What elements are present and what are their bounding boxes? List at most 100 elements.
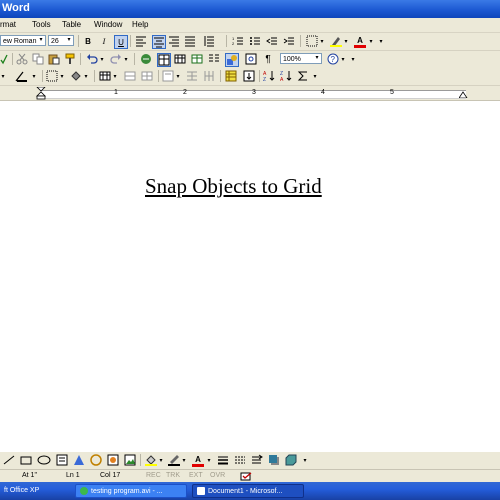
chevron-down-icon[interactable]: ▾	[343, 35, 349, 47]
chevron-down-icon[interactable]: ▾	[319, 35, 325, 47]
help-icon[interactable]: ?	[327, 53, 339, 65]
chevron-down-icon[interactable]: ▾	[37, 36, 45, 45]
align-cell-icon[interactable]	[162, 70, 174, 82]
menu-format[interactable]: rmat	[0, 20, 16, 29]
columns-icon[interactable]	[208, 53, 220, 65]
align-right-icon[interactable]	[168, 35, 180, 47]
line-spacing-icon[interactable]	[203, 35, 215, 47]
font-color-button[interactable]: A	[354, 35, 366, 48]
numbering-icon[interactable]: 12	[232, 35, 244, 47]
insert-table-icon[interactable]	[99, 70, 111, 82]
highlight-icon[interactable]	[330, 35, 342, 47]
spelling-icon[interactable]	[0, 53, 8, 65]
chevron-down-icon[interactable]: ▾	[65, 36, 73, 45]
chevron-down-icon[interactable]: ▾	[206, 454, 212, 466]
show-hide-pilcrow-button[interactable]: ¶	[262, 53, 274, 65]
menu-table[interactable]: Table	[62, 20, 81, 29]
taskbar-item-video[interactable]: testing program.avi - ...	[75, 484, 187, 498]
chevron-down-icon[interactable]: ▾	[31, 70, 37, 82]
toolbar-options-icon[interactable]: ▾	[302, 454, 308, 466]
chevron-down-icon[interactable]: ▾	[158, 454, 164, 466]
indent-marker-icon[interactable]	[36, 87, 46, 100]
menu-tools[interactable]: Tools	[32, 20, 51, 29]
line-tool-icon[interactable]	[3, 454, 15, 466]
justify-icon[interactable]	[184, 35, 196, 47]
oval-tool-icon[interactable]	[37, 454, 51, 466]
status-ovr[interactable]: OVR	[210, 472, 225, 479]
chevron-down-icon[interactable]: ▾	[0, 70, 6, 82]
underline-button[interactable]: U	[114, 35, 128, 49]
horizontal-ruler[interactable]: 1 2 3 4 5	[0, 86, 500, 101]
align-left-icon[interactable]	[135, 35, 147, 47]
right-indent-marker-icon[interactable]	[459, 90, 468, 98]
font-size-box[interactable]: 26 ▾	[48, 35, 74, 46]
rectangle-tool-icon[interactable]	[20, 454, 32, 466]
bold-button[interactable]: B	[82, 35, 94, 47]
toolbar-options-icon[interactable]: ▾	[312, 70, 318, 82]
paste-icon[interactable]	[48, 53, 60, 65]
diagram-icon[interactable]	[90, 454, 102, 466]
chevron-down-icon[interactable]: ▾	[112, 70, 118, 82]
decrease-indent-icon[interactable]	[266, 35, 278, 47]
increase-indent-icon[interactable]	[283, 35, 295, 47]
chevron-down-icon[interactable]: ▾	[368, 35, 374, 47]
chevron-down-icon[interactable]: ▾	[181, 454, 187, 466]
insert-excel-icon[interactable]	[191, 53, 203, 65]
cut-icon[interactable]	[16, 53, 28, 65]
shading-color-icon[interactable]	[70, 70, 82, 82]
autosum-icon[interactable]	[297, 70, 309, 82]
line-style-icon[interactable]	[217, 454, 229, 466]
hyperlink-icon[interactable]	[140, 53, 152, 65]
table-autoformat-icon[interactable]	[225, 70, 237, 82]
change-text-direction-icon[interactable]	[243, 70, 255, 82]
taskbar-item-office[interactable]: ft Office XP	[0, 484, 68, 498]
distribute-rows-icon[interactable]	[186, 70, 198, 82]
split-cells-icon[interactable]	[141, 70, 153, 82]
zoom-box[interactable]: 100% ▾	[280, 53, 322, 64]
arrow-style-icon[interactable]	[251, 454, 263, 466]
toolbar-options-icon[interactable]: ▾	[350, 53, 356, 65]
chevron-down-icon[interactable]: ▾	[83, 70, 89, 82]
menu-window[interactable]: Window	[94, 20, 122, 29]
document-map-icon[interactable]	[245, 53, 257, 65]
fill-color-icon[interactable]	[145, 454, 157, 466]
border-icon[interactable]	[306, 35, 318, 47]
status-rec[interactable]: REC	[146, 472, 161, 479]
chevron-down-icon[interactable]: ▾	[99, 53, 105, 65]
3d-style-icon[interactable]	[285, 454, 297, 466]
toolbar-options-icon[interactable]: ▾	[378, 35, 384, 47]
redo-icon[interactable]	[110, 53, 122, 65]
taskbar-item-word[interactable]: Document1 - Microsof...	[192, 484, 304, 498]
align-center-icon[interactable]	[152, 35, 166, 49]
chevron-down-icon[interactable]: ▾	[59, 70, 65, 82]
insert-table-icon[interactable]	[174, 53, 186, 65]
dash-style-icon[interactable]	[234, 454, 246, 466]
chevron-down-icon[interactable]: ▾	[340, 53, 346, 65]
chevron-down-icon[interactable]: ▾	[175, 70, 181, 82]
document-heading[interactable]: Snap Objects to Grid	[145, 174, 322, 199]
copy-icon[interactable]	[32, 53, 44, 65]
sort-descending-icon[interactable]: ZA	[280, 70, 292, 82]
chevron-down-icon[interactable]: ▾	[123, 53, 129, 65]
distribute-columns-icon[interactable]	[203, 70, 215, 82]
drawing-icon[interactable]	[225, 53, 239, 67]
italic-button[interactable]: I	[98, 35, 110, 47]
chevron-down-icon[interactable]: ▾	[313, 54, 321, 63]
bullets-icon[interactable]	[249, 35, 261, 47]
outside-border-icon[interactable]	[46, 70, 58, 82]
insert-picture-icon[interactable]	[124, 454, 136, 466]
menu-help[interactable]: Help	[132, 20, 148, 29]
merge-cells-icon[interactable]	[124, 70, 136, 82]
font-color-button[interactable]: A	[192, 454, 204, 467]
shadow-style-icon[interactable]	[268, 454, 280, 466]
status-trk[interactable]: TRK	[166, 472, 180, 479]
tables-borders-icon[interactable]	[157, 53, 171, 67]
line-weight-icon[interactable]	[15, 70, 29, 82]
status-ext[interactable]: EXT	[189, 472, 203, 479]
sort-ascending-icon[interactable]: AZ	[263, 70, 275, 82]
line-color-icon[interactable]	[168, 454, 180, 466]
spelling-status-icon[interactable]	[240, 472, 254, 481]
clip-art-icon[interactable]	[107, 454, 119, 466]
document-page[interactable]	[0, 101, 500, 438]
wordart-icon[interactable]	[73, 454, 85, 466]
